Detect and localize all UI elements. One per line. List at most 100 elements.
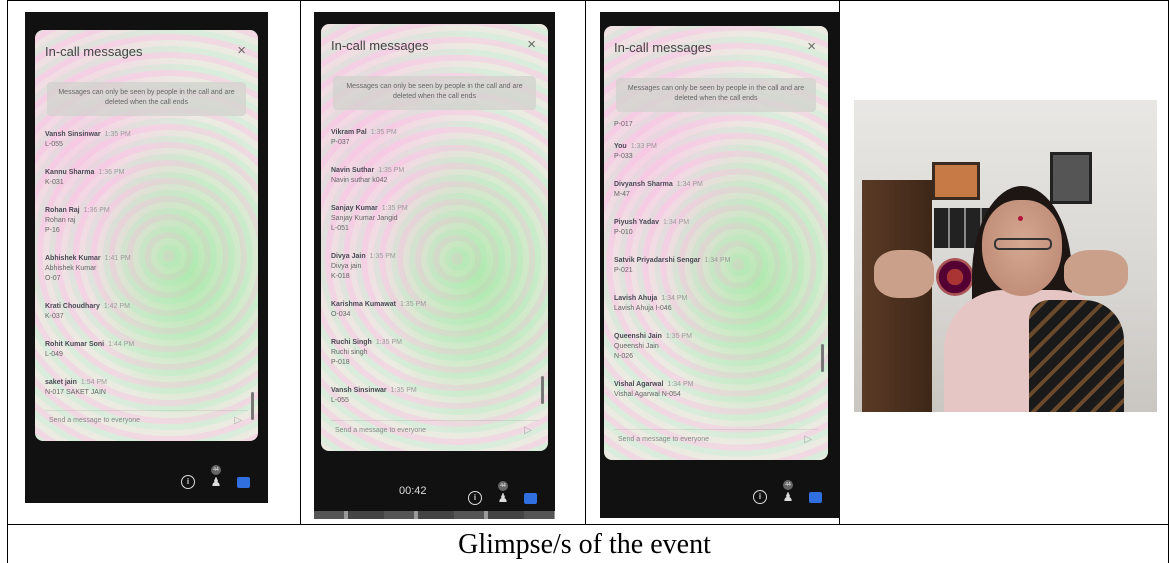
list-item: Rohit Kumar Soni 1:44 PM L-049 (45, 340, 244, 360)
decorative-plate (936, 258, 974, 296)
sender-name: Karishma Kumawat (331, 301, 396, 308)
list-item: Navin Suthar 1:35 PM Navin suthar k042 (331, 166, 534, 186)
send-placeholder: Send a message to everyone (335, 427, 427, 434)
scrollbar[interactable] (541, 376, 544, 404)
video-scrubber[interactable] (314, 511, 555, 519)
message-time: 1:35 PM (381, 205, 408, 212)
message-time: 1:36 PM (98, 169, 125, 176)
sender-name: Abhishek Kumar (45, 255, 101, 262)
send-message-input[interactable]: Send a message to everyone ▷ (45, 410, 248, 431)
list-item: Piyush Yadav 1:34 PM P-010 (614, 218, 814, 238)
cell-divider-1 (300, 0, 301, 524)
message-text: L-051 (331, 225, 349, 232)
sender-name: Navin Suthar (331, 167, 375, 174)
send-icon[interactable]: ▷ (804, 430, 812, 450)
info-icon[interactable]: i (468, 491, 482, 505)
message-text: Navin suthar k042 (331, 177, 388, 184)
message-text: Vishal Agarwal N-054 (614, 391, 681, 398)
message-text: Abhishek Kumar (45, 265, 97, 272)
in-call-messages-panel: In-call messages × Messages can only be … (604, 26, 828, 460)
list-item: Queenshi Jain 1:35 PM Queenshi Jain N-026 (614, 332, 814, 362)
info-icon[interactable]: i (753, 490, 767, 504)
list-item: Satvik Priyadarshi Sengar 1:34 PM P-021 (614, 256, 814, 276)
list-item: Kannu Sharma 1:36 PM K-031 (45, 168, 244, 188)
close-icon[interactable]: × (237, 42, 246, 59)
chat-screenshot-2: In-call messages × Messages can only be … (314, 12, 555, 519)
people-icon[interactable]: ♟ 44 (496, 481, 510, 505)
sender-name: Divyansh Sharma (614, 181, 673, 188)
message-list: Vikram Pal 1:35 PM P-037 Navin Suthar 1:35 … (331, 128, 534, 411)
message-time: 1:36 PM (83, 207, 110, 214)
chat-icon[interactable] (237, 476, 250, 488)
send-message-input[interactable]: Send a message to everyone ▷ (331, 420, 538, 441)
message-time: 1:35 PM (399, 301, 427, 308)
send-icon[interactable]: ▷ (524, 421, 532, 441)
sender-name: Ruchi Singh (331, 339, 372, 346)
message-text: P-021 (614, 267, 633, 274)
message-time: 1:34 PM (661, 295, 688, 302)
people-icon[interactable]: ♟ 44 (209, 465, 223, 489)
sender-name: Vansh Sinsinwar (331, 387, 387, 394)
wall-frame (1050, 152, 1092, 204)
message-text: N-017 SAKET JAIN (45, 389, 106, 396)
message-text: Rohan raj (45, 217, 76, 224)
chat-screenshot-3: In-call messages × Messages can only be … (600, 12, 840, 518)
list-item: Sanjay Kumar 1:35 PM Sanjay Kumar Jangid L-… (331, 204, 534, 234)
send-icon[interactable]: ▷ (234, 411, 242, 431)
scrollbar[interactable] (251, 392, 254, 420)
message-text: P-018 (331, 359, 350, 366)
message-text: P-017 (614, 121, 633, 128)
speaker-saree (1029, 300, 1124, 412)
message-text: L-049 (45, 351, 63, 358)
panel-title: In-call messages (331, 38, 429, 53)
call-controls: 00:42 i ♟ 44 (314, 461, 555, 519)
message-text: N-026 (614, 353, 634, 360)
cell-divider-2 (585, 0, 586, 524)
list-item: saket jain 1:54 PM N-017 SAKET JAIN (45, 378, 244, 398)
sender-name: Lavish Ahuja (614, 295, 658, 302)
message-text: K-031 (45, 179, 64, 186)
table-left-border (7, 0, 8, 563)
scrollbar[interactable] (821, 344, 824, 372)
close-icon[interactable]: × (527, 36, 536, 53)
sender-name: Satvik Priyadarshi Sengar (614, 257, 701, 264)
chat-screenshot-1: In-call messages × Messages can only be … (25, 12, 268, 503)
message-time: 1:54 PM (80, 379, 107, 386)
speaker-left-hand (874, 250, 934, 298)
bindi (1018, 216, 1023, 221)
info-icon[interactable]: i (181, 475, 195, 489)
message-time: 1:41 PM (104, 255, 131, 262)
message-time: 1:35 PM (375, 339, 402, 346)
message-text: Lavish Ahuja I-046 (614, 305, 672, 312)
message-time: 1:42 PM (103, 303, 130, 310)
privacy-notice: Messages can only be seen by people in t… (47, 82, 246, 116)
people-icon[interactable]: ♟ 44 (781, 480, 795, 504)
sender-name: Divya Jain (331, 253, 366, 260)
list-item: Rohan Raj 1:36 PM Rohan raj P-16 (45, 206, 244, 236)
list-item: Divyansh Sharma 1:34 PM M-47 (614, 180, 814, 200)
video-timer: 00:42 (399, 485, 427, 497)
table-top-border (7, 0, 1169, 1)
message-time: 1:34 PM (704, 257, 731, 264)
sender-name: Krati Choudhary (45, 303, 100, 310)
sender-name: You (614, 143, 627, 150)
in-call-messages-panel: In-call messages × Messages can only be … (35, 30, 258, 441)
sender-name: Vishal Agarwal (614, 381, 664, 388)
chat-icon[interactable] (809, 491, 822, 503)
list-item: Ruchi Singh 1:35 PM Ruchi singh P-018 (331, 338, 534, 368)
list-item: Vansh Sinsinwar 1:35 PM L-055 (331, 386, 534, 406)
message-time: 1:35 PM (370, 129, 397, 136)
privacy-notice: Messages can only be seen by people in t… (333, 76, 536, 110)
sender-name: Sanjay Kumar (331, 205, 378, 212)
message-text: Queenshi Jain (614, 343, 659, 350)
participant-count-badge: 44 (783, 480, 793, 490)
list-item: Vishal Agarwal 1:34 PM Vishal Agarwal N-05… (614, 380, 814, 400)
close-icon[interactable]: × (807, 38, 816, 55)
message-time: 1:34 PM (676, 181, 703, 188)
sender-name: Rohit Kumar Soni (45, 341, 105, 348)
send-message-input[interactable]: Send a message to everyone ▷ (614, 429, 818, 450)
sender-name: Vikram Pal (331, 129, 367, 136)
message-text: M-47 (614, 191, 630, 198)
chat-icon[interactable] (524, 492, 537, 504)
message-time: 1:35 PM (104, 131, 131, 138)
